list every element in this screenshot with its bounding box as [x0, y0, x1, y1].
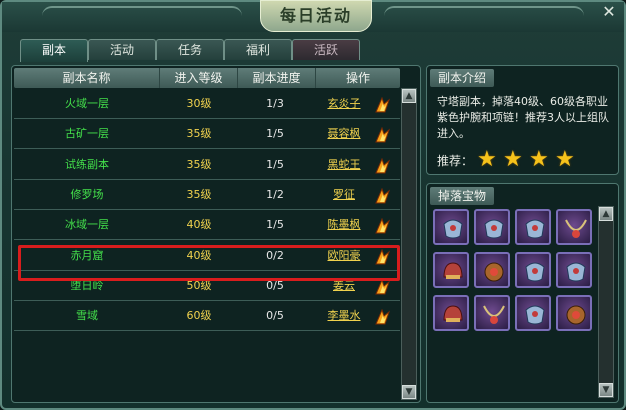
fire-quest-icon[interactable] [372, 187, 392, 204]
bracer-item-icon[interactable] [433, 209, 469, 245]
intro-description: 守塔副本，掉落40级、60级各职业紫色护腕和项链！推荐3人以上组队进入。 [437, 95, 609, 140]
bracer-item-icon[interactable] [515, 209, 551, 245]
title-ornament-right [384, 6, 584, 26]
tab-0[interactable]: 副本 [20, 39, 88, 62]
entry-level: 35级 [186, 127, 212, 140]
amulet-item-icon[interactable] [474, 252, 510, 288]
drops-scrollbar[interactable]: ▲ ▼ [598, 206, 614, 398]
table-row[interactable]: 古矿一层 35级 1/5 聂容枫 [14, 120, 400, 149]
bracer-item-icon[interactable] [515, 252, 551, 288]
daily-activity-window: 每日活动 ✕ 副本 活动 任务 福利 活跃 副本名称 进入等级 副本进度 操作 火域一层… [0, 0, 626, 410]
table-row[interactable]: 冰域一层 40级 1/5 陈墨枫 [14, 211, 400, 240]
header-dungeon-name: 副本名称 [14, 68, 160, 88]
fire-quest-icon[interactable] [372, 157, 392, 174]
scroll-up-icon[interactable]: ▲ [599, 207, 613, 221]
scroll-up-icon[interactable]: ▲ [402, 89, 416, 103]
title-ornament-left [42, 6, 242, 26]
header-progress: 副本进度 [238, 68, 316, 88]
dungeon-progress: 1/2 [266, 188, 284, 201]
fire-quest-icon[interactable] [372, 308, 392, 325]
close-icon[interactable]: ✕ [600, 3, 618, 21]
entry-level: 60级 [186, 309, 212, 322]
fire-quest-icon[interactable] [372, 217, 392, 234]
window-title: 每日活动 [260, 0, 372, 32]
tab-2[interactable]: 任务 [156, 39, 224, 60]
dungeon-progress: 0/5 [266, 309, 284, 322]
dungeon-name: 古矿一层 [65, 127, 109, 140]
intro-title: 副本介绍 [430, 69, 495, 87]
npc-link[interactable]: 玄炎子 [320, 90, 368, 118]
dungeon-name: 雪域 [76, 309, 98, 322]
dungeon-list-panel: 副本名称 进入等级 副本进度 操作 火域一层 30级 1/3 玄炎子古矿一层 35级 1/… [11, 65, 421, 403]
dungeon-progress: 1/5 [266, 158, 284, 171]
table-row[interactable]: 雪域 60级 0/5 李墨水 [14, 302, 400, 331]
scroll-down-icon[interactable]: ▼ [599, 383, 613, 397]
npc-link[interactable]: 李墨水 [320, 302, 368, 330]
tab-4[interactable]: 活跃 [292, 39, 360, 60]
necklace-item-icon[interactable] [556, 209, 592, 245]
header-action: 操作 [345, 71, 370, 85]
entry-level: 30级 [186, 97, 212, 110]
fire-quest-icon[interactable] [372, 96, 392, 113]
entry-level: 35级 [186, 188, 212, 201]
star-icon: ★ [503, 147, 523, 172]
table-header: 副本名称 进入等级 副本进度 操作 [14, 68, 400, 88]
drops-title: 掉落宝物 [430, 187, 495, 205]
dungeon-name: 修罗场 [70, 188, 104, 201]
tab-1[interactable]: 活动 [88, 39, 156, 60]
npc-link[interactable]: 陈墨枫 [320, 211, 368, 239]
table-row[interactable]: 火域一层 30级 1/3 玄炎子 [14, 90, 400, 119]
amulet-item-icon[interactable] [556, 295, 592, 331]
drop-items-panel: 掉落宝物 ▲ ▼ [426, 183, 619, 403]
dungeon-intro-panel: 副本介绍 守塔副本，掉落40级、60级各职业紫色护腕和项链！推荐3人以上组队进入… [426, 65, 619, 175]
selected-row-highlight [18, 245, 400, 281]
scroll-down-icon[interactable]: ▼ [402, 385, 416, 399]
title-bar[interactable]: 每日活动 ✕ [2, 0, 624, 32]
npc-link[interactable]: 罗征 [320, 181, 368, 209]
necklace-item-icon[interactable] [474, 295, 510, 331]
bracer-item-icon[interactable] [515, 295, 551, 331]
tab-3[interactable]: 福利 [224, 39, 292, 60]
dungeon-name: 冰域一层 [65, 218, 109, 231]
helmet-item-icon[interactable] [433, 295, 469, 331]
fire-quest-icon[interactable] [372, 126, 392, 143]
list-scrollbar[interactable]: ▲ ▼ [401, 88, 417, 400]
table-row[interactable]: 修罗场 35级 1/2 罗征 [14, 181, 400, 210]
dungeon-progress: 1/5 [266, 218, 284, 231]
dungeon-name: 试练副本 [65, 158, 109, 171]
table-row[interactable]: 试练副本 35级 1/5 黑蛇王 [14, 151, 400, 180]
star-icon: ★ [477, 147, 497, 172]
entry-level: 35级 [186, 158, 212, 171]
npc-link[interactable]: 黑蛇王 [320, 151, 368, 179]
dungeon-progress: 1/3 [266, 97, 284, 110]
bracer-item-icon[interactable] [556, 252, 592, 288]
recommend-label: 推荐： [437, 154, 474, 168]
header-entry-level: 进入等级 [160, 68, 238, 88]
star-icon: ★ [555, 147, 575, 172]
dungeon-progress: 1/5 [266, 127, 284, 140]
bracer-item-icon[interactable] [474, 209, 510, 245]
star-icon: ★ [529, 147, 549, 172]
helmet-item-icon[interactable] [433, 252, 469, 288]
npc-link[interactable]: 聂容枫 [320, 120, 368, 148]
dungeon-name: 火域一层 [65, 97, 109, 110]
entry-level: 40级 [186, 218, 212, 231]
